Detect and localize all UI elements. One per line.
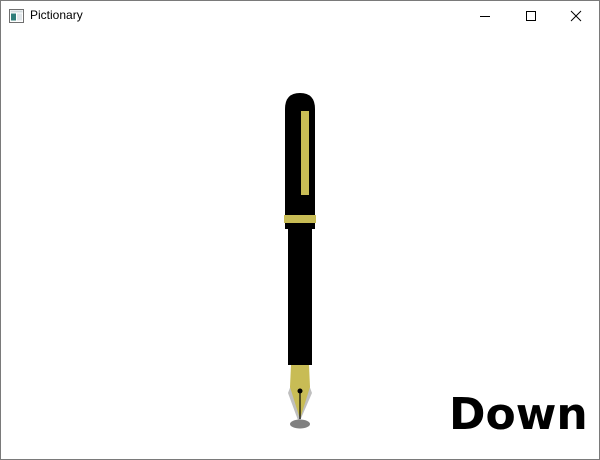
pen-barrel: [288, 227, 312, 365]
title-bar[interactable]: Pictionary: [1, 1, 599, 31]
pen-cap-band: [284, 215, 316, 223]
drawing-canvas[interactable]: Down: [1, 31, 599, 459]
app-window: Pictionary Down: [0, 0, 600, 460]
minimize-icon: [480, 16, 490, 17]
minimize-button[interactable]: [462, 1, 508, 31]
pen-state-label: Down: [449, 389, 588, 440]
ink-dot: [290, 419, 310, 429]
pen-clip: [301, 111, 309, 195]
window-title: Pictionary: [30, 8, 83, 22]
maximize-button[interactable]: [508, 1, 554, 31]
close-icon: [570, 10, 582, 22]
close-button[interactable]: [553, 1, 599, 31]
pen-cap: [285, 93, 315, 229]
maximize-icon: [526, 11, 536, 21]
app-window-icon: [9, 9, 24, 23]
nib-breather-hole: [297, 388, 303, 394]
